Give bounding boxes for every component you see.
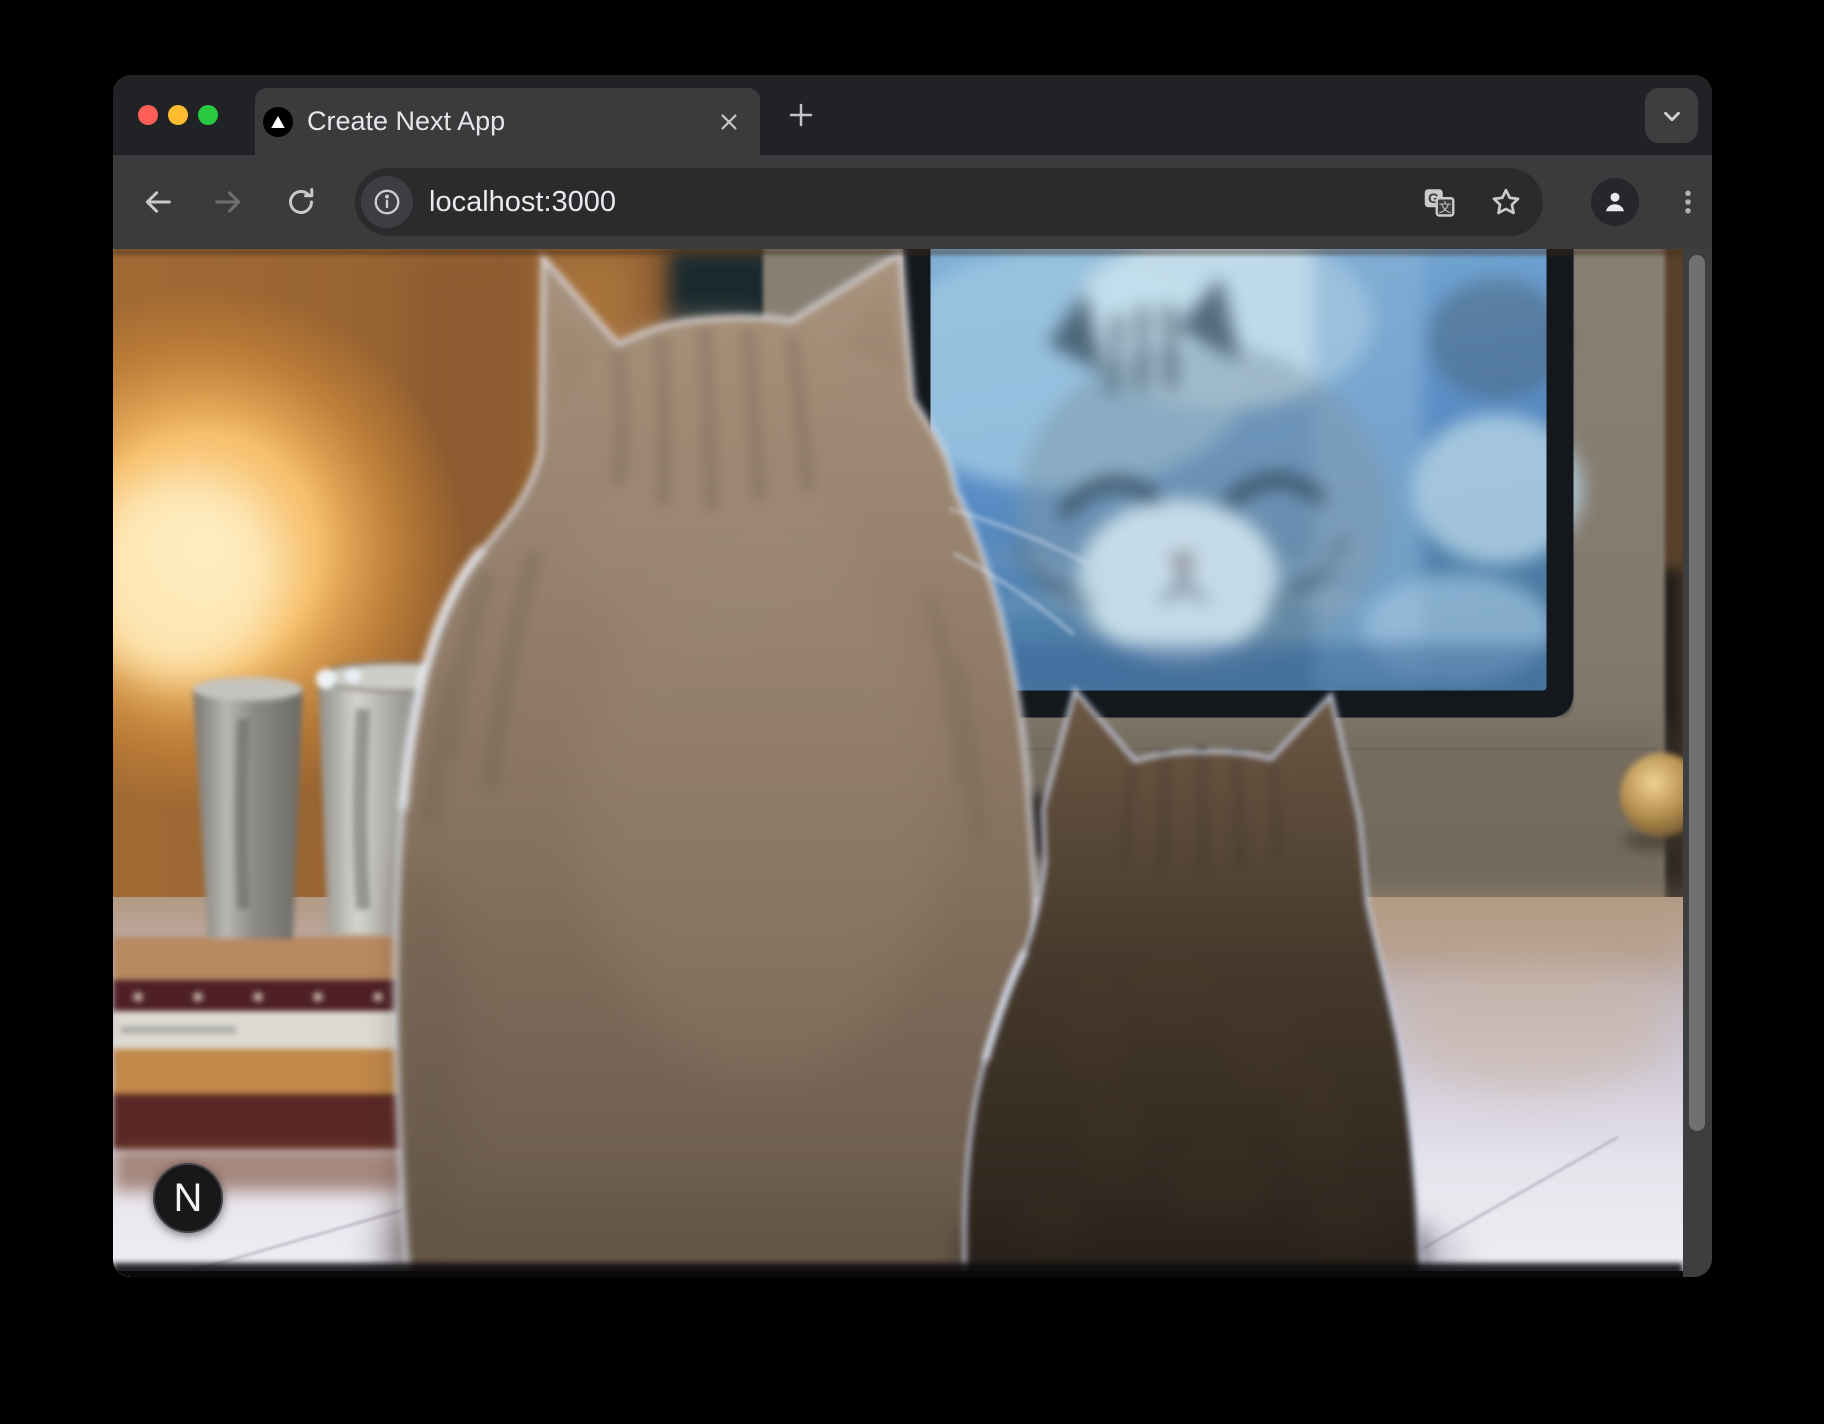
- tab-strip: Create Next App: [113, 75, 1712, 155]
- maximize-window-button[interactable]: [198, 105, 218, 125]
- forward-button[interactable]: [204, 178, 252, 226]
- reload-icon: [284, 185, 318, 219]
- back-button[interactable]: [134, 178, 182, 226]
- close-window-button[interactable]: [138, 105, 158, 125]
- arrow-right-icon: [211, 185, 245, 219]
- reload-button[interactable]: [277, 178, 325, 226]
- new-tab-button[interactable]: [777, 91, 825, 139]
- three-dots-vertical-icon: [1673, 187, 1703, 217]
- svg-text:文: 文: [1439, 200, 1452, 215]
- tab-create-next-app[interactable]: Create Next App: [255, 88, 760, 155]
- avatar-icon: [1600, 187, 1630, 217]
- profile-button[interactable]: [1591, 178, 1639, 226]
- tab-title: Create Next App: [307, 106, 712, 137]
- arrow-left-icon: [141, 185, 175, 219]
- browser-menu-button[interactable]: [1664, 178, 1712, 226]
- browser-toolbar: localhost:3000 G 文: [113, 155, 1712, 249]
- scrollbar-thumb[interactable]: [1689, 255, 1705, 1131]
- star-icon[interactable]: [1486, 182, 1526, 222]
- plus-icon: [786, 100, 816, 130]
- nextjs-devtools-badge[interactable]: N: [153, 1163, 223, 1233]
- traffic-lights: [138, 105, 218, 125]
- info-icon: [372, 187, 402, 217]
- nextjs-badge-letter: N: [174, 1176, 203, 1221]
- browser-window: Create Next App: [113, 75, 1712, 1277]
- tab-overview-button[interactable]: [1645, 88, 1698, 143]
- vertical-scrollbar[interactable]: [1683, 249, 1712, 1277]
- cats-watching-tv-photo: [113, 249, 1683, 1277]
- nextjs-logo-icon: [263, 107, 293, 137]
- page-viewport: N: [113, 249, 1712, 1277]
- chevron-down-icon: [1659, 103, 1685, 129]
- translate-icon[interactable]: G 文: [1419, 182, 1459, 222]
- address-bar[interactable]: localhost:3000 G 文: [355, 168, 1543, 236]
- close-icon[interactable]: [712, 105, 746, 139]
- minimize-window-button[interactable]: [168, 105, 188, 125]
- site-info-button[interactable]: [361, 176, 413, 228]
- url-text[interactable]: localhost:3000: [429, 186, 1419, 219]
